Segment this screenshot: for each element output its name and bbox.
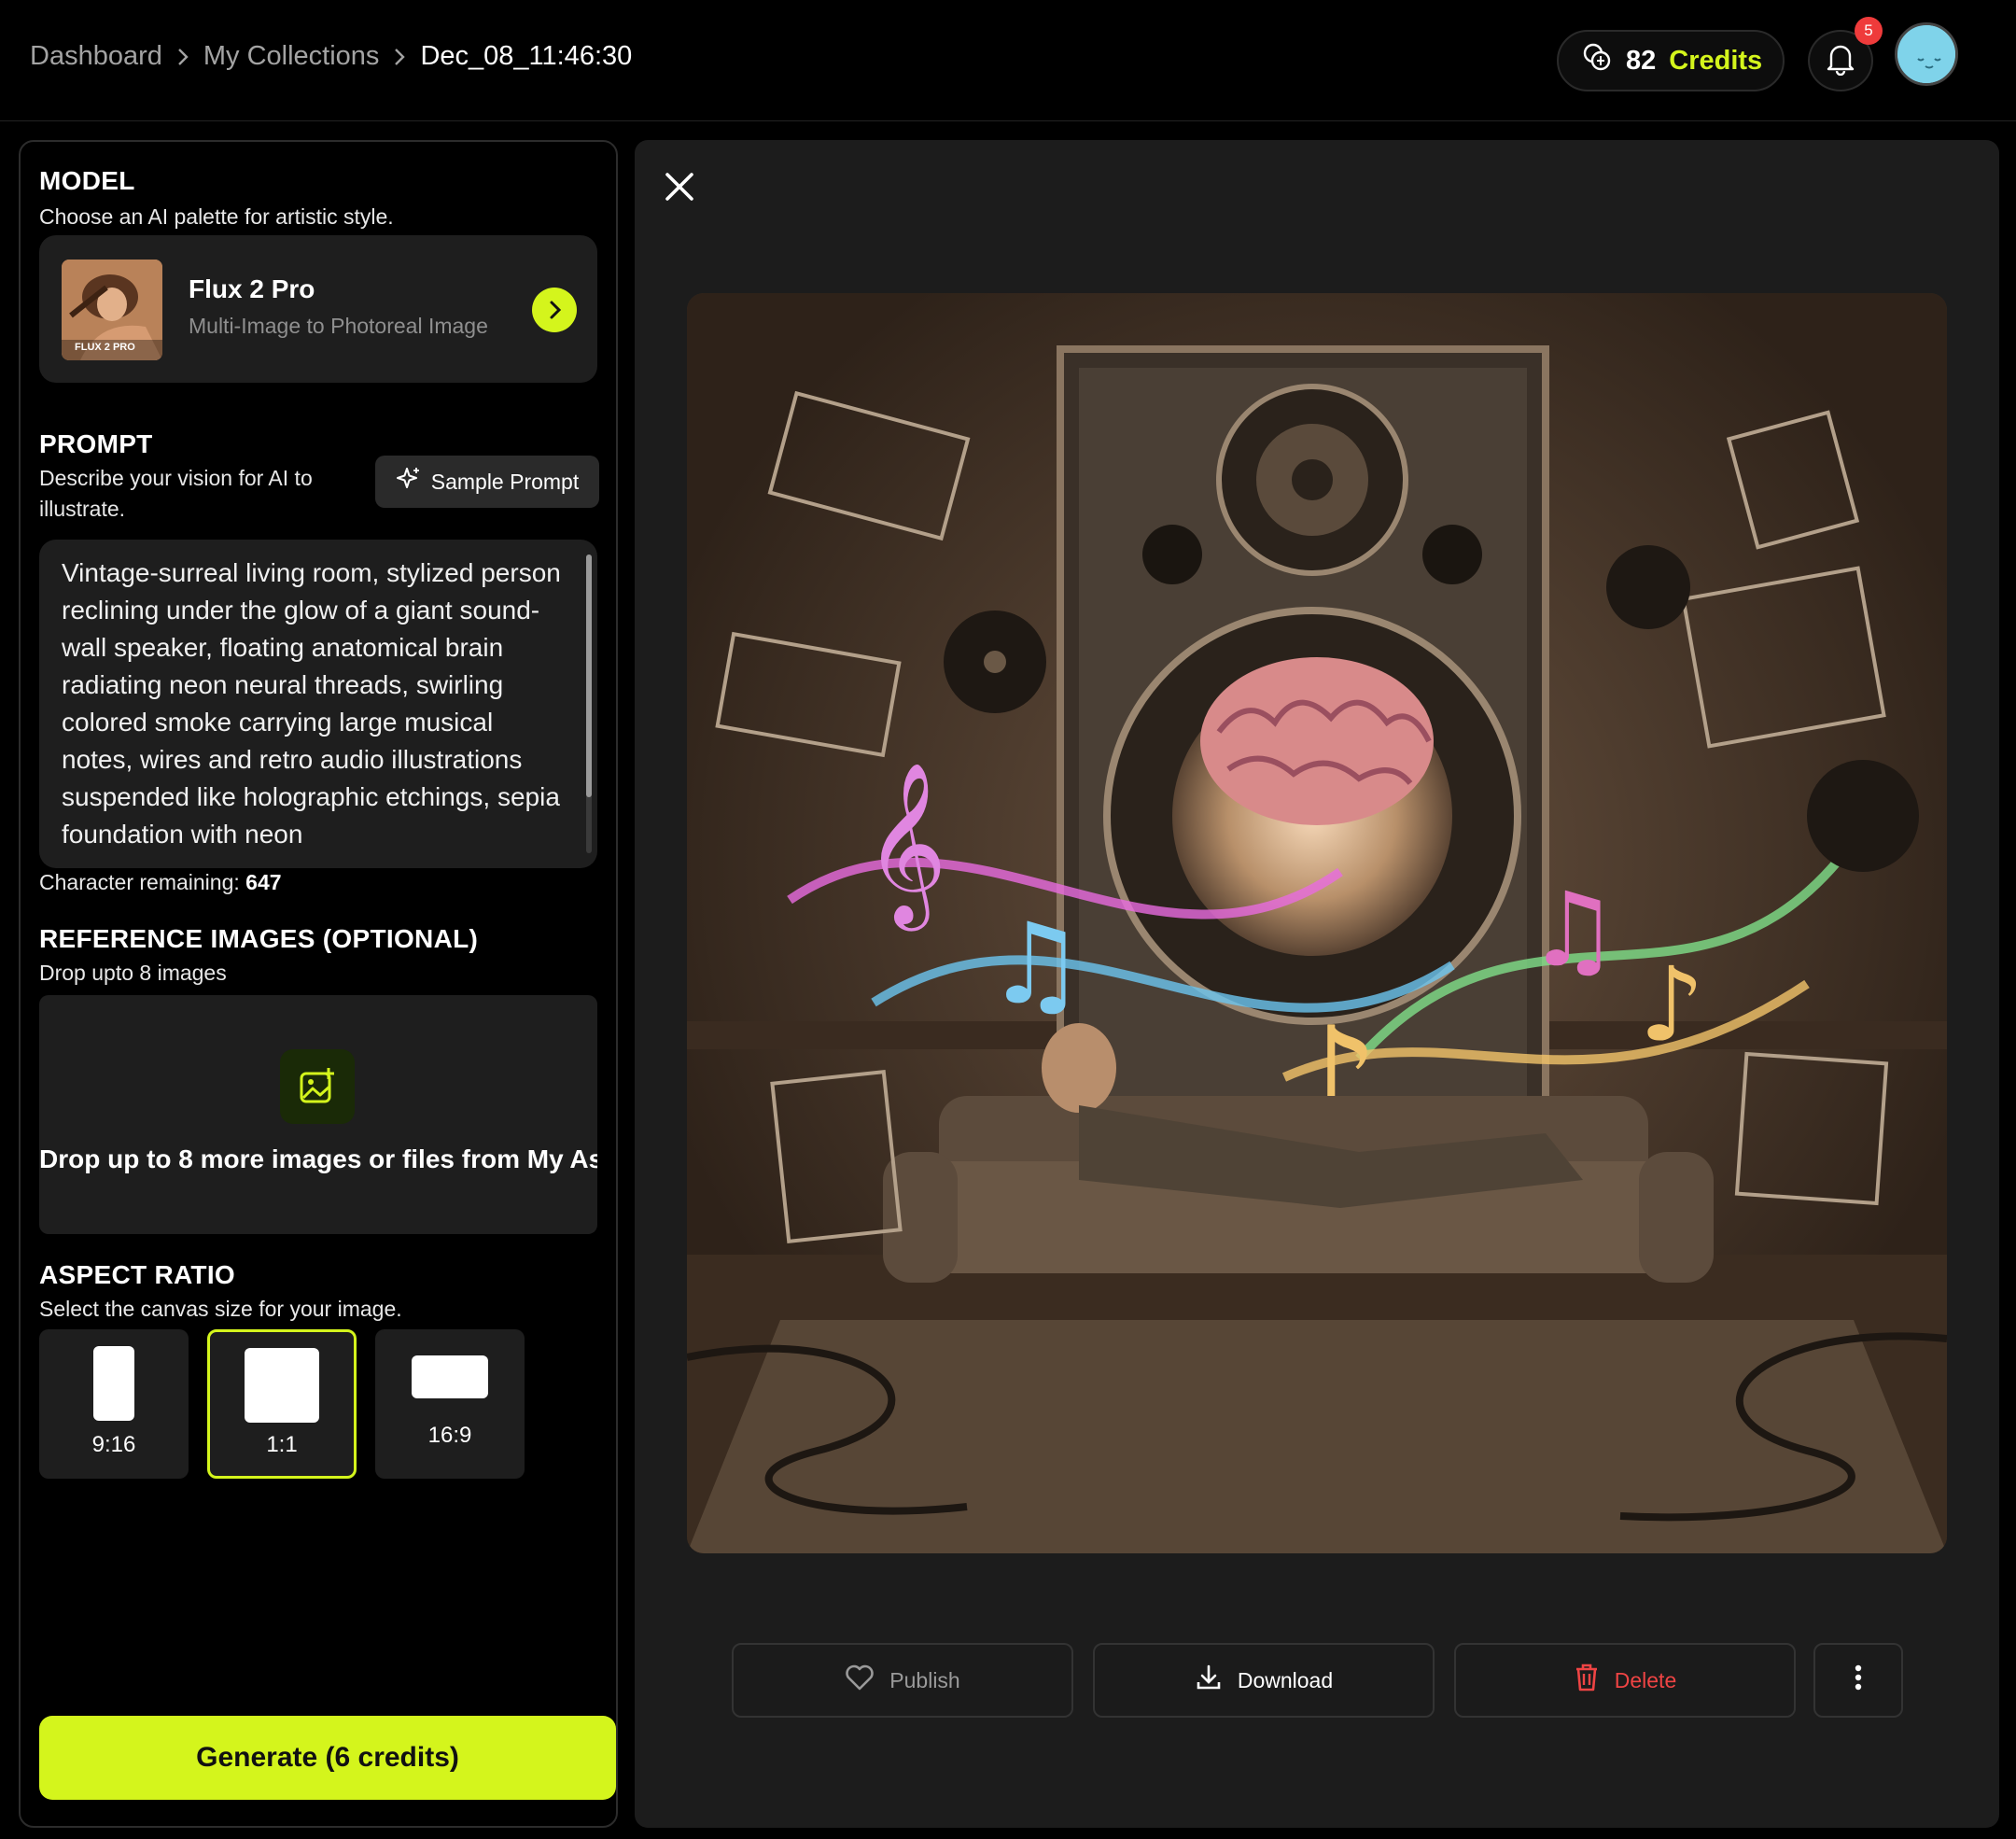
trash-icon <box>1574 1663 1600 1698</box>
aspect-ratio-16-9[interactable]: 16:9 <box>375 1329 525 1479</box>
publish-label: Publish <box>889 1667 960 1692</box>
prompt-heading: PROMPT <box>39 429 153 458</box>
more-options-button[interactable] <box>1813 1643 1903 1718</box>
credits-label: Credits <box>1669 45 1763 76</box>
prompt-scrollbar-thumb[interactable] <box>586 555 592 797</box>
aspect-ratio-subtitle: Select the canvas size for your image. <box>39 1297 402 1321</box>
svg-text:♫: ♫ <box>1527 870 1619 990</box>
drop-zone-text: Drop up to 8 more images or files from M… <box>39 1144 597 1173</box>
bell-icon <box>1826 42 1855 80</box>
model-selector[interactable]: FLUX 2 PRO Flux 2 Pro Multi-Image to Pho… <box>39 235 597 383</box>
aspect-ratio-label: 16:9 <box>427 1423 472 1448</box>
model-name: Flux 2 Pro <box>189 274 315 303</box>
heart-icon <box>845 1664 875 1697</box>
generate-button[interactable]: Generate (6 credits) <box>39 1716 616 1800</box>
chevron-right-icon <box>392 47 407 67</box>
aspect-ratio-heading: ASPECT RATIO <box>39 1260 235 1289</box>
svg-text:♫: ♫ <box>986 900 1086 1030</box>
download-button[interactable]: Download <box>1093 1643 1435 1718</box>
reference-heading: REFERENCE IMAGES (OPTIONAL) <box>39 924 479 953</box>
reference-drop-zone[interactable]: Drop up to 8 more images or files from M… <box>39 995 597 1234</box>
breadcrumb-my-collections[interactable]: My Collections <box>203 41 380 72</box>
top-bar: Dashboard My Collections Dec_08_11:46:30… <box>0 0 2016 121</box>
model-thumb-label: FLUX 2 PRO <box>75 342 135 353</box>
delete-button[interactable]: Delete <box>1454 1643 1796 1718</box>
model-thumbnail: FLUX 2 PRO <box>62 260 162 360</box>
reference-subtitle: Drop upto 8 images <box>39 961 227 985</box>
notification-badge: 5 <box>1855 17 1883 45</box>
square-shape-icon <box>245 1348 319 1423</box>
generated-image: 𝄞 ♫ ♫ ♪ ♪ <box>687 293 1947 1553</box>
credits-pill[interactable]: 82 Credits <box>1557 30 1785 91</box>
breadcrumb-dashboard[interactable]: Dashboard <box>30 41 162 72</box>
delete-label: Delete <box>1614 1667 1677 1692</box>
prompt-scrollbar[interactable] <box>586 555 592 853</box>
breadcrumb: Dashboard My Collections Dec_08_11:46:30 <box>30 41 632 72</box>
model-heading: MODEL <box>39 166 135 195</box>
aspect-ratio-1-1[interactable]: 1:1 <box>207 1329 357 1479</box>
preview-panel: 𝄞 ♫ ♫ ♪ ♪ Publish Download Delete <box>635 140 1999 1828</box>
char-remaining-label: Character remaining: <box>39 870 240 894</box>
sparkle-icon <box>396 466 422 498</box>
svg-text:♪: ♪ <box>1639 945 1704 1064</box>
sample-prompt-label: Sample Prompt <box>430 469 580 494</box>
prompt-text: Vintage-surreal living room, stylized pe… <box>62 558 561 849</box>
landscape-shape-icon <box>412 1355 488 1398</box>
portrait-shape-icon <box>93 1346 134 1421</box>
prompt-subtitle: Describe your vision for AI to illustrat… <box>39 466 313 521</box>
chevron-right-icon[interactable] <box>532 288 577 332</box>
aspect-ratio-label: 9:16 <box>91 1432 136 1457</box>
chevron-right-icon <box>175 47 190 67</box>
download-label: Download <box>1237 1667 1334 1692</box>
char-remaining-value: 647 <box>245 870 282 894</box>
character-remaining: Character remaining: 647 <box>39 870 282 895</box>
close-icon[interactable] <box>661 168 698 205</box>
settings-panel: MODEL Choose an AI palette for artistic … <box>19 140 618 1828</box>
publish-button[interactable]: Publish <box>732 1643 1073 1718</box>
prompt-textarea[interactable]: Vintage-surreal living room, stylized pe… <box>39 540 597 868</box>
model-subtitle: Choose an AI palette for artistic style. <box>39 204 394 229</box>
svg-text:𝄞: 𝄞 <box>864 762 947 932</box>
add-image-icon <box>280 1049 355 1124</box>
sample-prompt-button[interactable]: Sample Prompt <box>375 456 599 508</box>
coins-icon <box>1581 41 1613 80</box>
aspect-ratio-9-16[interactable]: 9:16 <box>39 1329 189 1479</box>
avatar[interactable] <box>1895 22 1958 86</box>
model-description: Multi-Image to Photoreal Image <box>189 314 488 338</box>
download-icon <box>1195 1664 1223 1697</box>
credits-count: 82 <box>1626 45 1657 76</box>
more-vertical-icon <box>1854 1664 1863 1697</box>
breadcrumb-current: Dec_08_11:46:30 <box>420 41 633 71</box>
aspect-ratio-label: 1:1 <box>266 1432 298 1457</box>
